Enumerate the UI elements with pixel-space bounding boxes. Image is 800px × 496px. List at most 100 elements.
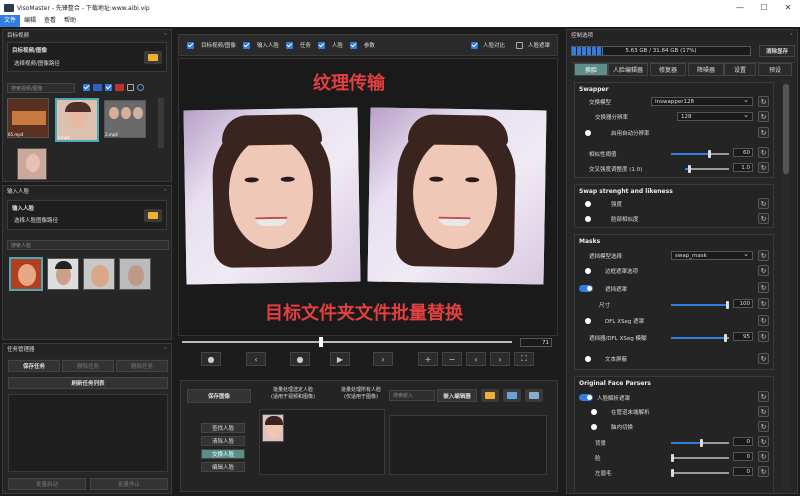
check-icon[interactable] [242, 41, 250, 49]
next-marker-button[interactable]: › [490, 352, 510, 366]
batch-start-button[interactable]: 批量启动 [8, 478, 86, 490]
embedding-editor-button[interactable]: 嵌入编辑器 [437, 389, 477, 402]
check-icon[interactable] [285, 41, 293, 49]
remove-marker-button[interactable]: − [442, 352, 462, 366]
background-slider[interactable] [671, 439, 729, 447]
check-tasks[interactable]: 任务 [300, 41, 311, 49]
menu-edit[interactable]: 编辑 [20, 15, 40, 27]
input-face-thumb[interactable] [119, 258, 151, 290]
xseg-radio[interactable] [585, 318, 591, 324]
check-compare[interactable]: 人脸对比 [483, 41, 505, 49]
xseg-blur-value[interactable]: 95 [733, 332, 753, 341]
next-frame-button[interactable]: › [373, 352, 393, 366]
check-target[interactable]: 目标视频/图像 [201, 41, 236, 49]
reset-icon[interactable]: ↻ [758, 127, 769, 138]
reset-icon[interactable]: ↻ [758, 436, 769, 447]
reset-icon[interactable]: ↻ [758, 147, 769, 158]
check-mask[interactable]: 人脸遮罩 [528, 41, 550, 49]
target-thumb[interactable] [17, 148, 47, 180]
detected-face-thumb[interactable] [262, 414, 284, 442]
settings-scrollbar[interactable] [782, 80, 790, 490]
strength-radio[interactable] [585, 201, 591, 207]
face-value[interactable]: 0 [733, 452, 753, 461]
target-thumb-selected[interactable]: 1.mp4 [55, 98, 99, 142]
swap-faces-button[interactable]: 交换人脸 [201, 449, 245, 459]
check-icon[interactable] [317, 41, 325, 49]
folder-icon[interactable] [144, 209, 162, 222]
occluder-select[interactable]: swap_mask [671, 250, 753, 260]
left-brow-slider[interactable] [671, 469, 729, 477]
tab-restorer[interactable]: 修复器 [650, 63, 686, 76]
delete-task-button-2[interactable]: 删除任务 [116, 360, 168, 372]
check-icon[interactable] [471, 41, 478, 49]
filter-check-icon[interactable] [83, 84, 90, 91]
webcam-icon[interactable] [137, 84, 144, 91]
reset-icon[interactable]: ↻ [758, 353, 769, 364]
reset-icon[interactable]: ↻ [758, 111, 769, 122]
close-icon[interactable]: ✕ [776, 0, 800, 15]
strength-value[interactable]: 1.0 [733, 163, 753, 172]
batch-stop-button[interactable]: 批量停止 [90, 478, 168, 490]
menu-help[interactable]: 帮助 [60, 15, 80, 27]
frame-number-input[interactable]: 71 [520, 338, 552, 347]
check-faces[interactable]: 人脸 [332, 41, 343, 49]
reset-icon[interactable]: ↻ [758, 198, 769, 209]
edit-faces-button[interactable]: 编辑人脸 [201, 462, 245, 472]
input-face-thumb[interactable] [47, 258, 79, 290]
auto-res-radio[interactable] [585, 130, 591, 136]
find-faces-button[interactable]: 查找人脸 [201, 423, 245, 433]
check-icon[interactable] [349, 41, 357, 49]
save-task-button[interactable]: 保存任务 [8, 360, 60, 372]
timeline-handle[interactable] [319, 337, 323, 347]
similarity-value[interactable]: 60 [733, 148, 753, 157]
float-icon[interactable]: ◦ [164, 32, 167, 38]
background-value[interactable]: 0 [733, 437, 753, 446]
prev-frame-button[interactable]: ‹ [246, 352, 266, 366]
tab-presets[interactable]: 预设 [758, 63, 792, 76]
menu-view[interactable]: 查看 [40, 15, 60, 27]
swapper-model-select[interactable]: Inswapper128 [651, 96, 753, 106]
add-marker-button[interactable]: + [418, 352, 438, 366]
size-slider[interactable] [671, 301, 729, 309]
tab-face-editor[interactable]: 人脸编辑器 [608, 63, 648, 76]
border-mask-radio[interactable] [585, 268, 591, 274]
refresh-tasks-button[interactable]: 刷新任务列表 [8, 377, 168, 389]
check-input[interactable]: 输入人脸 [257, 41, 279, 49]
reset-icon[interactable]: ↻ [758, 466, 769, 477]
record-button[interactable]: ● [201, 352, 221, 366]
filter-check-icon[interactable] [127, 84, 134, 91]
reset-icon[interactable]: ↻ [758, 96, 769, 107]
clear-vram-button[interactable]: 清除显存 [759, 45, 795, 57]
prev-marker-button[interactable]: ‹ [466, 352, 486, 366]
reset-icon[interactable]: ↻ [758, 162, 769, 173]
reset-icon[interactable]: ↻ [758, 315, 769, 326]
tab-swap[interactable]: 换脸 [574, 63, 608, 76]
size-value[interactable]: 100 [733, 299, 753, 308]
reset-icon[interactable]: ↻ [758, 331, 769, 342]
mouth-switch-radio[interactable] [591, 424, 597, 430]
reset-icon[interactable]: ↻ [758, 282, 769, 293]
tab-denoiser[interactable]: 降噪器 [688, 63, 724, 76]
check-icon[interactable] [187, 41, 194, 49]
folder-icon[interactable] [144, 51, 162, 64]
save-icon[interactable] [503, 389, 521, 402]
scrollbar[interactable] [158, 98, 164, 148]
xseg-blur-slider[interactable] [671, 334, 729, 342]
occlusion-mask-toggle[interactable] [579, 285, 593, 292]
float-icon[interactable]: ◦ [790, 32, 793, 38]
float-icon[interactable]: ◦ [164, 188, 167, 194]
check-params[interactable]: 参数 [364, 41, 375, 49]
fullscreen-button[interactable]: ⛶ [514, 352, 534, 366]
reset-icon[interactable]: ↻ [758, 213, 769, 224]
target-thumb[interactable]: 2.mp4 [104, 100, 146, 138]
target-search-input[interactable]: 搜索视频/图像 [7, 83, 75, 93]
reset-icon[interactable]: ↻ [758, 298, 769, 309]
timeline-slider[interactable] [182, 337, 512, 347]
reset-icon[interactable]: ↻ [758, 451, 769, 462]
export-icon[interactable] [525, 389, 543, 402]
face-parser-toggle[interactable] [579, 394, 593, 401]
maximize-icon[interactable]: ☐ [752, 0, 776, 15]
text-mask-radio[interactable] [585, 356, 591, 362]
image-icon[interactable] [93, 84, 102, 91]
parse-at-end-radio[interactable] [591, 409, 597, 415]
